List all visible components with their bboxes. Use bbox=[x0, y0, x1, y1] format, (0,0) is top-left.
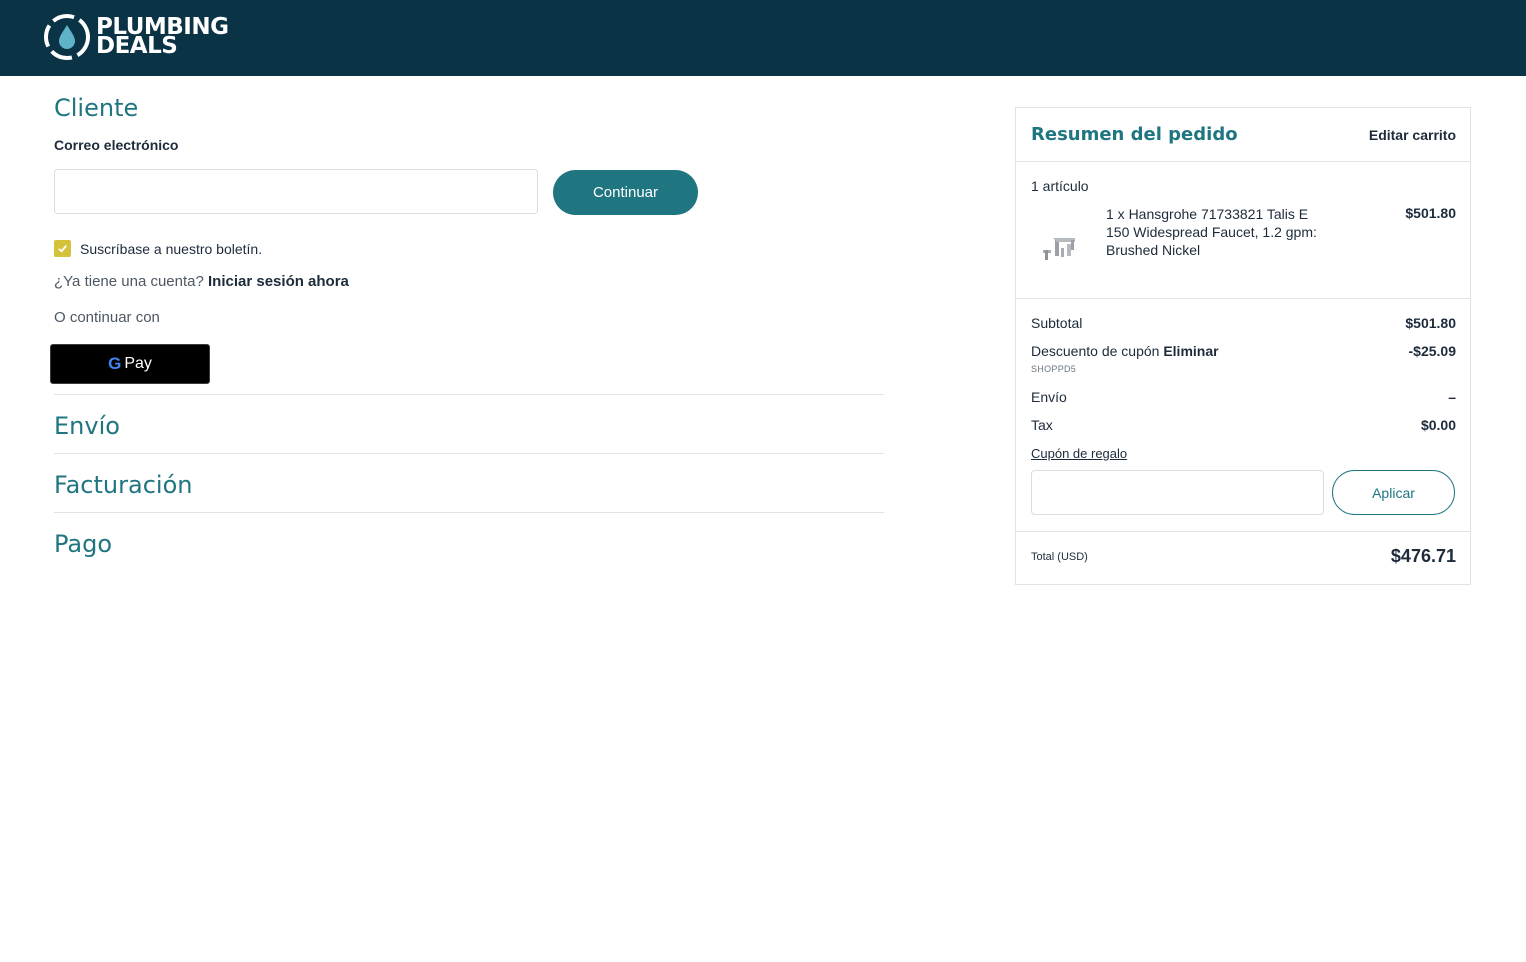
section-divider bbox=[54, 394, 884, 395]
brand-wordmark: PLUMBING DEALS bbox=[96, 16, 229, 58]
account-prompt: ¿Ya tiene una cuenta? bbox=[54, 273, 204, 290]
section-divider bbox=[54, 512, 884, 513]
product-name: 1 x Hansgrohe 71733821 Talis E 150 Wides… bbox=[1106, 206, 1317, 258]
edit-cart-link[interactable]: Editar carrito bbox=[1369, 127, 1456, 143]
product-price: $501.80 bbox=[1405, 205, 1456, 221]
order-summary-header: Resumen del pedido Editar carrito bbox=[1016, 108, 1470, 162]
google-g-icon: G bbox=[108, 354, 121, 374]
tax-label: Tax bbox=[1031, 417, 1053, 433]
items-count: 1 artículo bbox=[1031, 178, 1089, 194]
step-payment[interactable]: Pago bbox=[54, 530, 112, 558]
email-label: Correo electrónico bbox=[54, 137, 179, 153]
total-value: $476.71 bbox=[1390, 546, 1456, 566]
remove-coupon-link[interactable]: Eliminar bbox=[1163, 343, 1218, 359]
brand-logo[interactable]: PLUMBING DEALS bbox=[42, 12, 229, 62]
tax-value: $0.00 bbox=[1420, 417, 1456, 433]
gift-coupon-link[interactable]: Cupón de regalo bbox=[1031, 446, 1127, 461]
google-pay-button[interactable]: G Pay bbox=[50, 344, 210, 384]
summary-divider bbox=[1016, 298, 1470, 299]
shipping-label: Envío bbox=[1031, 389, 1067, 405]
discount-label: Descuento de cupón bbox=[1031, 343, 1160, 359]
signin-link[interactable]: Iniciar sesión ahora bbox=[208, 273, 349, 290]
step-billing[interactable]: Facturación bbox=[54, 471, 192, 499]
newsletter-checkbox[interactable] bbox=[54, 240, 71, 257]
discount-value: -$25.09 bbox=[1408, 343, 1456, 359]
faucet-thumbnail-icon bbox=[1043, 238, 1075, 260]
discount-row-label: Descuento de cupón Eliminar bbox=[1031, 343, 1219, 359]
email-field[interactable] bbox=[54, 169, 538, 214]
account-prompt-line: ¿Ya tiene una cuenta? Iniciar sesión aho… bbox=[54, 273, 349, 290]
water-drop-logo-icon bbox=[44, 14, 90, 60]
shipping-value: – bbox=[1448, 389, 1456, 405]
customer-section-title: Cliente bbox=[54, 94, 139, 122]
newsletter-label: Suscríbase a nuestro boletín. bbox=[80, 240, 263, 257]
section-divider bbox=[54, 453, 884, 454]
order-summary-title: Resumen del pedido bbox=[1031, 124, 1238, 145]
gift-coupon-input[interactable] bbox=[1031, 470, 1324, 515]
google-g-glyph: G bbox=[108, 354, 122, 373]
google-pay-label: Pay bbox=[124, 355, 152, 372]
subtotal-label: Subtotal bbox=[1031, 315, 1083, 331]
subtotal-value: $501.80 bbox=[1405, 315, 1456, 331]
newsletter-option[interactable]: Suscríbase a nuestro boletín. bbox=[54, 240, 262, 257]
step-shipping[interactable]: Envío bbox=[54, 412, 120, 440]
site-header: PLUMBING DEALS bbox=[0, 0, 1526, 76]
or-continue-label: O continuar con bbox=[54, 309, 160, 326]
total-label: Total (USD) bbox=[1031, 551, 1088, 563]
coupon-code: SHOPPD5 bbox=[1031, 364, 1077, 374]
continue-button[interactable]: Continuar bbox=[553, 170, 698, 215]
checkmark-icon bbox=[58, 245, 67, 253]
order-summary: Resumen del pedido Editar carrito 1 artí… bbox=[1015, 107, 1471, 585]
apply-coupon-button[interactable]: Aplicar bbox=[1332, 470, 1455, 515]
summary-divider bbox=[1016, 531, 1470, 532]
